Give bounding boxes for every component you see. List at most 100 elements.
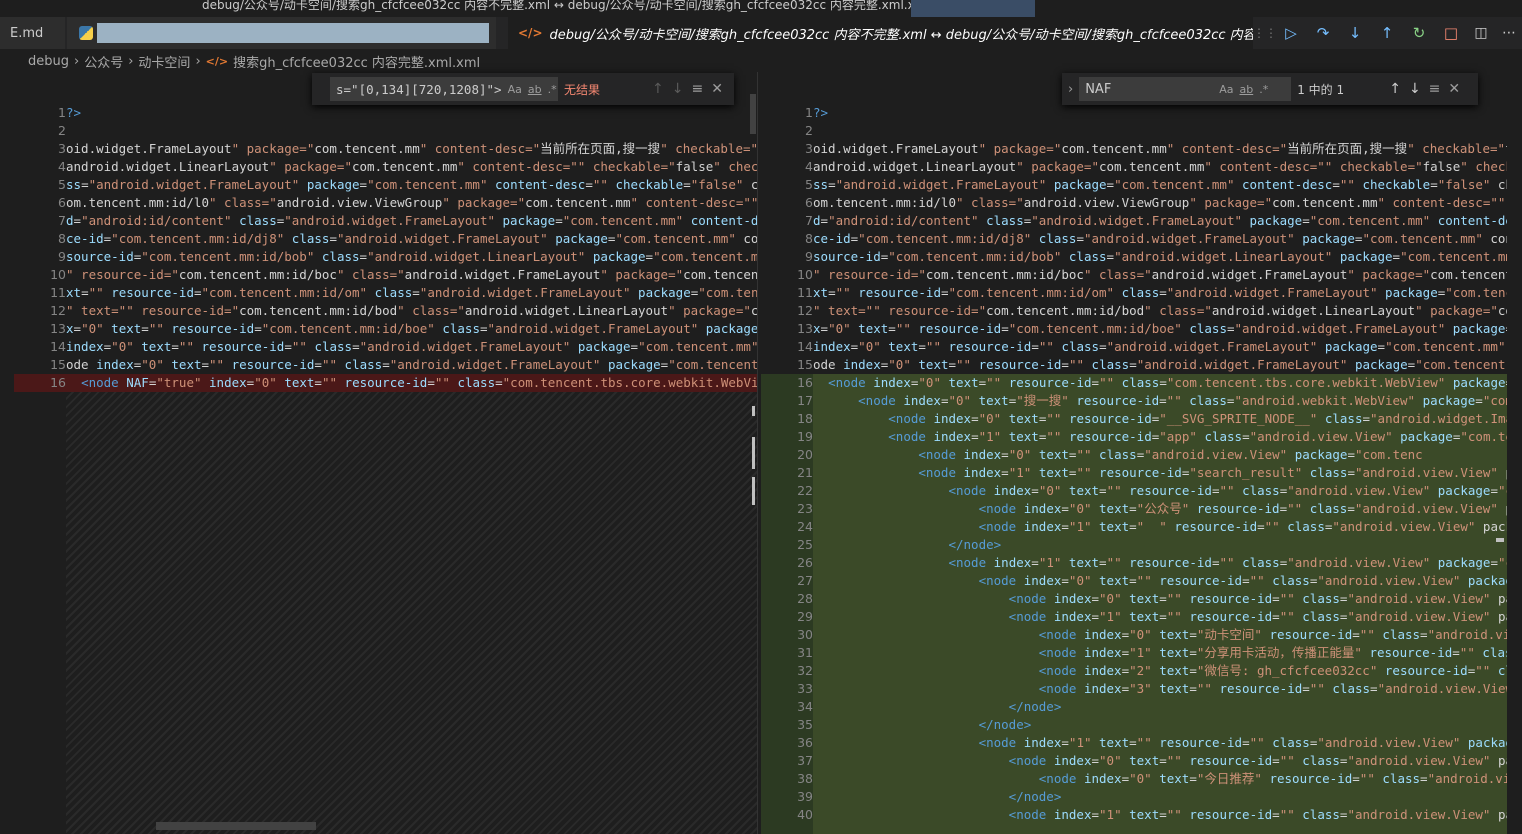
code-line[interactable]: ce-id="com.tencent.mm:id/dj8" class="and…: [66, 230, 757, 248]
code-line[interactable]: <node index="1" text="" resource-id="" c…: [813, 554, 1507, 572]
whole-word-icon[interactable]: ab: [1239, 83, 1253, 96]
find-in-selection-icon[interactable]: ≡: [1429, 81, 1441, 97]
code-line[interactable]: <node NAF="true" index="0" text="" resou…: [66, 374, 757, 392]
code-line[interactable]: <node index="0" text="" resource-id="" c…: [813, 482, 1507, 500]
code-line[interactable]: <node index="1" text="" resource-id="" c…: [813, 806, 1507, 824]
code-line[interactable]: <node index="1" text=" " resource-id="" …: [813, 518, 1507, 536]
code-line[interactable]: <node index="0" text="" resource-id="" c…: [813, 374, 1507, 392]
close-icon[interactable]: ✕: [711, 81, 723, 97]
code-line[interactable]: source-id="com.tencent.mm:id/bob" class=…: [813, 248, 1507, 266]
more-actions-icon[interactable]: ⋯: [1496, 17, 1522, 49]
step-over-icon[interactable]: ↷: [1307, 17, 1339, 49]
code-line[interactable]: om.tencent.mm:id/l0" class="android.view…: [813, 194, 1507, 212]
match-case-icon[interactable]: Aa: [1219, 83, 1233, 96]
code-line[interactable]: <node index="0" text="" resource-id="" c…: [813, 590, 1507, 608]
code-area[interactable]: ?> oid.widget.FrameLayout" package="com.t…: [66, 72, 757, 834]
code-line[interactable]: android.widget.LinearLayout" package="co…: [66, 158, 757, 176]
code-line[interactable]: d="android:id/content" class="android.wi…: [66, 212, 757, 230]
code-line[interactable]: index="0" text="" resource-id="" class="…: [66, 338, 757, 356]
toggle-replace-icon[interactable]: ›: [1068, 82, 1073, 97]
code-line[interactable]: android.widget.LinearLayout" package="co…: [813, 158, 1507, 176]
code-line[interactable]: ?>: [813, 104, 828, 122]
tab-python-file[interactable]: [67, 17, 497, 49]
code-line[interactable]: <node index="1" text="" resource-id="" c…: [813, 608, 1507, 626]
code-line[interactable]: index="0" text="" resource-id="" class="…: [813, 338, 1507, 356]
previous-match-icon[interactable]: ↑: [1389, 81, 1401, 97]
code-line[interactable]: <node index="0" text="今日推荐" resource-id=…: [813, 770, 1507, 788]
code-line[interactable]: <node index="1" text="" resource-id="app…: [813, 428, 1507, 446]
code-line[interactable]: <node index="0" text="" class="android.v…: [813, 446, 1422, 464]
code-line[interactable]: <node index="2" text="微信号: gh_cfcfcee032…: [813, 662, 1507, 680]
code-line[interactable]: d="android:id/content" class="android.wi…: [813, 212, 1507, 230]
code-line[interactable]: <node index="1" text="" resource-id="" c…: [813, 734, 1507, 752]
code-line[interactable]: ode index="0" text="" resource-id="" cla…: [813, 356, 1507, 374]
stop-icon[interactable]: □: [1435, 17, 1467, 49]
match-case-icon[interactable]: Aa: [508, 83, 522, 96]
code-line[interactable]: <node index="3" text="" resource-id="" c…: [813, 680, 1507, 698]
diff-original-editor[interactable]: 1 2 3 4 5 6 7 8 9 10 11 12 13 14 15 16 ?> oid.widget.Fra…: [14, 72, 757, 834]
next-match-icon[interactable]: ↓: [1409, 81, 1421, 97]
line-number: 22: [797, 483, 813, 498]
regex-icon[interactable]: .*: [548, 83, 557, 96]
code-line[interactable]: " text="" resource-id="com.tencent.mm:id…: [66, 302, 757, 320]
code-line[interactable]: oid.widget.FrameLayout" package="com.ten…: [813, 140, 1507, 158]
next-match-icon[interactable]: ↓: [672, 81, 684, 97]
find-input[interactable]: NAF Aa ab .*: [1079, 77, 1292, 101]
find-input[interactable]: s="[0,134][720,1208]"> Aa ab .*: [330, 77, 558, 101]
code-line[interactable]: ce-id="com.tencent.mm:id/dj8" class="and…: [813, 230, 1507, 248]
scrollbar-thumb[interactable]: [750, 94, 756, 134]
code-line[interactable]: xt="" resource-id="com.tencent.mm:id/om"…: [813, 284, 1507, 302]
breadcrumb-item[interactable]: 公众号: [84, 52, 123, 71]
drag-handle-icon[interactable]: ⋮⋮: [1253, 17, 1277, 49]
tab-md-file[interactable]: E.md: [0, 17, 66, 49]
code-line[interactable]: </node>: [813, 716, 1032, 734]
code-line[interactable]: <node index="1" text="" resource-id="sea…: [813, 464, 1507, 482]
code-line[interactable]: </node>: [813, 536, 1001, 554]
regex-icon[interactable]: .*: [1259, 83, 1268, 96]
code-line[interactable]: </node>: [813, 698, 1062, 716]
code-line[interactable]: oid.widget.FrameLayout" package="com.ten…: [66, 140, 757, 158]
diff-modified-editor[interactable]: 1 2 3 4 5 6 7 8 9 10 11 12 13 14 15 16 17 18 19 20 21 22 23 24 2…: [761, 72, 1522, 834]
tab-diff-label: debug/公众号/动卡空间/搜索gh_cfcfcee032cc 内容不完整.x…: [549, 27, 1254, 43]
line-number: 3: [805, 141, 813, 156]
continue-icon[interactable]: ▷: [1275, 17, 1307, 49]
step-out-icon[interactable]: ↑: [1371, 17, 1403, 49]
code-line[interactable]: ss="android.widget.FrameLayout" package=…: [66, 176, 757, 194]
split-editor-icon[interactable]: ◫: [1468, 17, 1494, 49]
restart-icon[interactable]: ↻: [1403, 17, 1435, 49]
code-line[interactable]: </node>: [813, 788, 1062, 806]
code-line[interactable]: " resource-id="com.tencent.mm:id/boc" cl…: [813, 266, 1507, 284]
breadcrumb-item[interactable]: 搜索gh_cfcfcee032cc 内容完整.xml.xml: [233, 52, 480, 71]
code-line[interactable]: " resource-id="com.tencent.mm:id/boc" cl…: [66, 266, 757, 284]
code-line[interactable]: ode index="0" text="" resource-id="" cla…: [66, 356, 757, 374]
code-line[interactable]: xt="" resource-id="com.tencent.mm:id/om"…: [66, 284, 757, 302]
line-number: 23: [797, 501, 813, 516]
code-line[interactable]: source-id="com.tencent.mm:id/bob" class=…: [66, 248, 757, 266]
line-number: 14: [797, 339, 813, 354]
code-line[interactable]: <node index="1" text="分享用卡活动，传播正能量" reso…: [813, 644, 1507, 662]
code-line[interactable]: ?>: [66, 104, 81, 122]
close-icon[interactable]: ✕: [1448, 81, 1460, 97]
code-line[interactable]: <node index="0" text="动卡空间" resource-id=…: [813, 626, 1507, 644]
code-line[interactable]: <node index="0" text="" resource-id="__S…: [813, 410, 1507, 428]
breadcrumb-item[interactable]: 动卡空间: [138, 52, 190, 71]
code-line[interactable]: x="0" text="" resource-id="com.tencent.m…: [813, 320, 1507, 338]
tab-diff-active[interactable]: </> debug/公众号/动卡空间/搜索gh_cfcfcee032cc 内容不…: [508, 17, 1253, 49]
whole-word-icon[interactable]: ab: [528, 83, 542, 96]
step-into-icon[interactable]: ↓: [1339, 17, 1371, 49]
line-number-gutter: 1 2 3 4 5 6 7 8 9 10 11 12 13 14 15 16 17 18 19 20 21 22 23 24 2…: [761, 72, 813, 834]
line-number: 11: [50, 285, 66, 300]
breadcrumb-item[interactable]: debug: [28, 54, 69, 69]
code-line[interactable]: x="0" text="" resource-id="com.tencent.m…: [66, 320, 757, 338]
code-line[interactable]: <node index="0" text="" resource-id="" c…: [813, 572, 1507, 590]
code-area[interactable]: ?> oid.widget.FrameLayout" package="com.t…: [813, 72, 1507, 834]
code-line[interactable]: <node index="0" text="搜一搜" resource-id="…: [813, 392, 1507, 410]
previous-match-icon[interactable]: ↑: [652, 81, 664, 97]
code-line[interactable]: <node index="0" text="" resource-id="" c…: [813, 752, 1507, 770]
find-in-selection-icon[interactable]: ≡: [691, 81, 703, 97]
code-line[interactable]: <node index="0" text="公众号" resource-id="…: [813, 500, 1507, 518]
code-line[interactable]: om.tencent.mm:id/l0" class="android.view…: [66, 194, 757, 212]
code-line[interactable]: ss="android.widget.FrameLayout" package=…: [813, 176, 1507, 194]
horizontal-scrollbar-thumb[interactable]: [156, 822, 316, 830]
code-line[interactable]: " text="" resource-id="com.tencent.mm:id…: [813, 302, 1507, 320]
